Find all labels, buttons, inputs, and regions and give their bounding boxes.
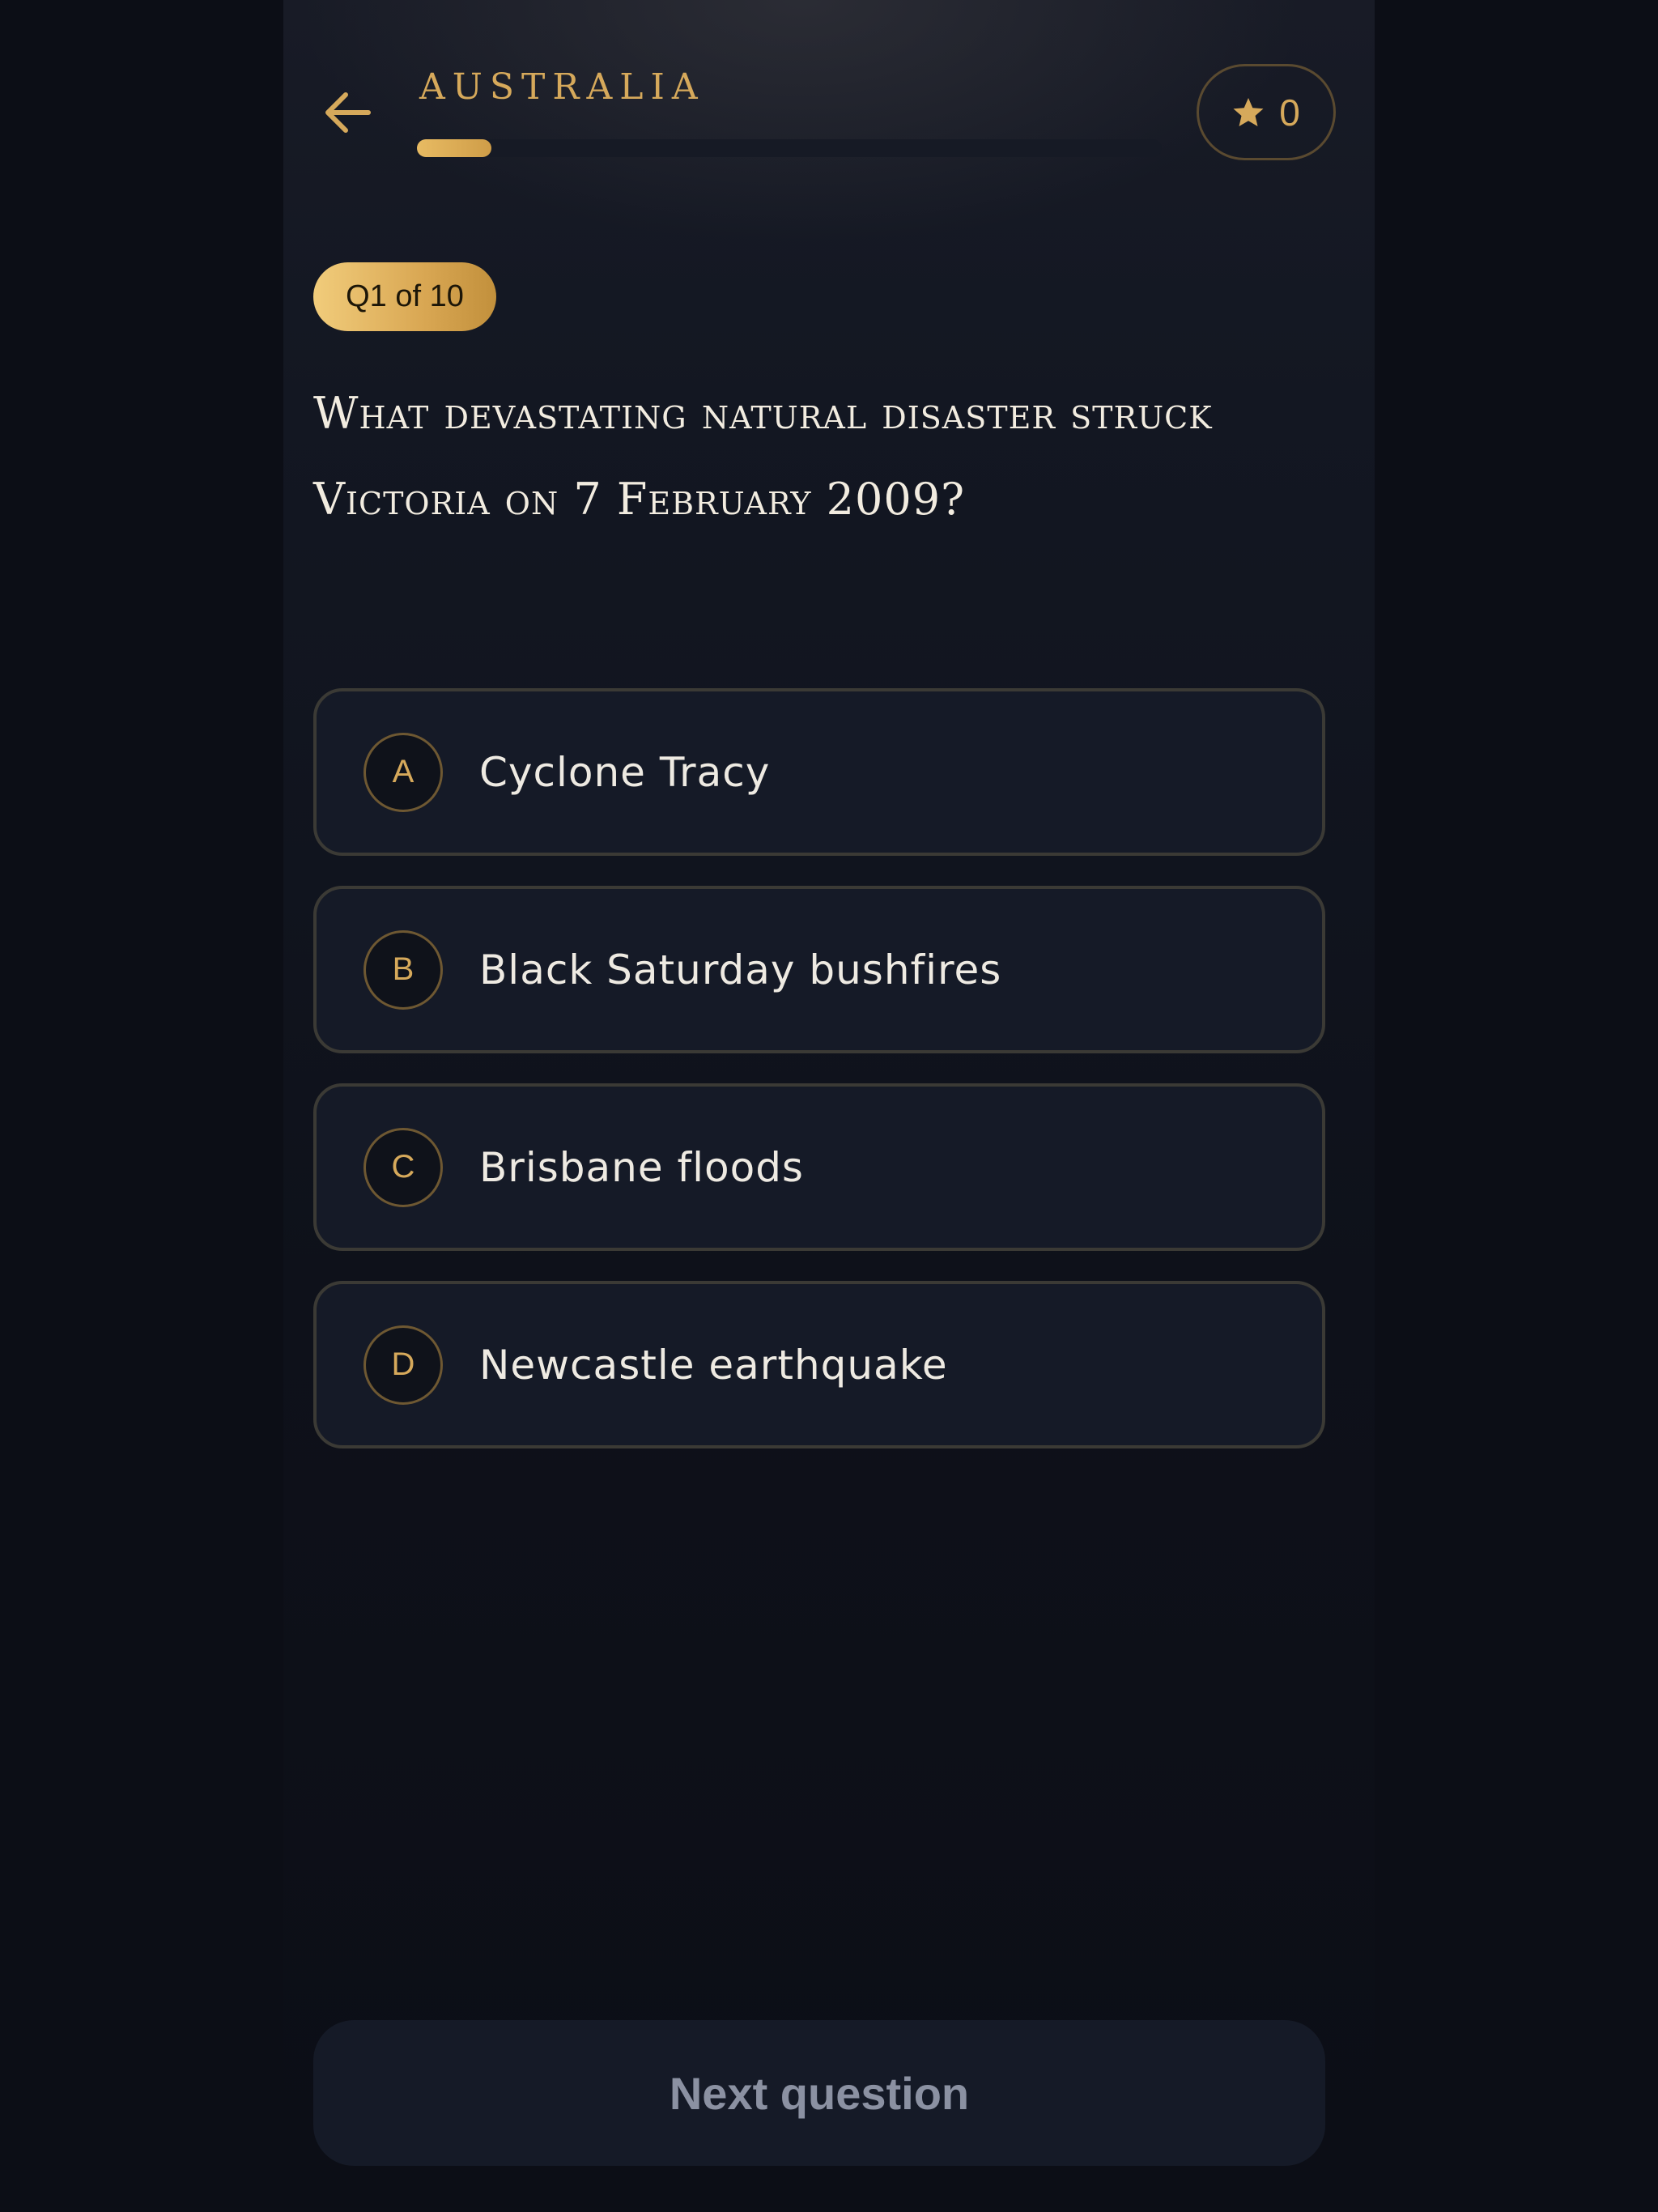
question-counter-badge: Q1 of 10 [313,262,496,331]
answer-option-d[interactable]: D Newcastle earthquake [313,1281,1325,1448]
answer-option-c[interactable]: C Brisbane floods [313,1083,1325,1251]
arrow-left-icon [325,92,371,133]
progress-bar-fill [417,139,491,157]
next-question-button[interactable]: Next question [313,2020,1325,2166]
option-letter-badge: A [363,732,443,812]
back-button[interactable] [320,81,376,144]
star-icon [1233,97,1264,126]
option-letter-badge: C [363,1127,443,1207]
option-letter-badge: B [363,929,443,1010]
option-label: Cyclone Tracy [479,748,771,796]
option-letter-badge: D [363,1325,443,1405]
option-label: Black Saturday bushfires [479,946,1002,993]
quiz-screen: AUSTRALIA 0 Q1 of 10 What devastating na… [0,0,1658,2212]
score-badge: 0 [1197,64,1336,160]
answer-options: A Cyclone Tracy B Black Saturday bushfir… [313,688,1325,1478]
progress-bar [417,139,1162,157]
option-label: Newcastle earthquake [479,1341,948,1389]
answer-option-b[interactable]: B Black Saturday bushfires [313,886,1325,1053]
category-title: AUSTRALIA [419,66,705,108]
question-text: What devastating natural disaster struck… [313,388,1213,525]
option-label: Brisbane floods [479,1143,804,1191]
answer-option-a[interactable]: A Cyclone Tracy [313,688,1325,856]
score-value: 0 [1279,91,1300,134]
